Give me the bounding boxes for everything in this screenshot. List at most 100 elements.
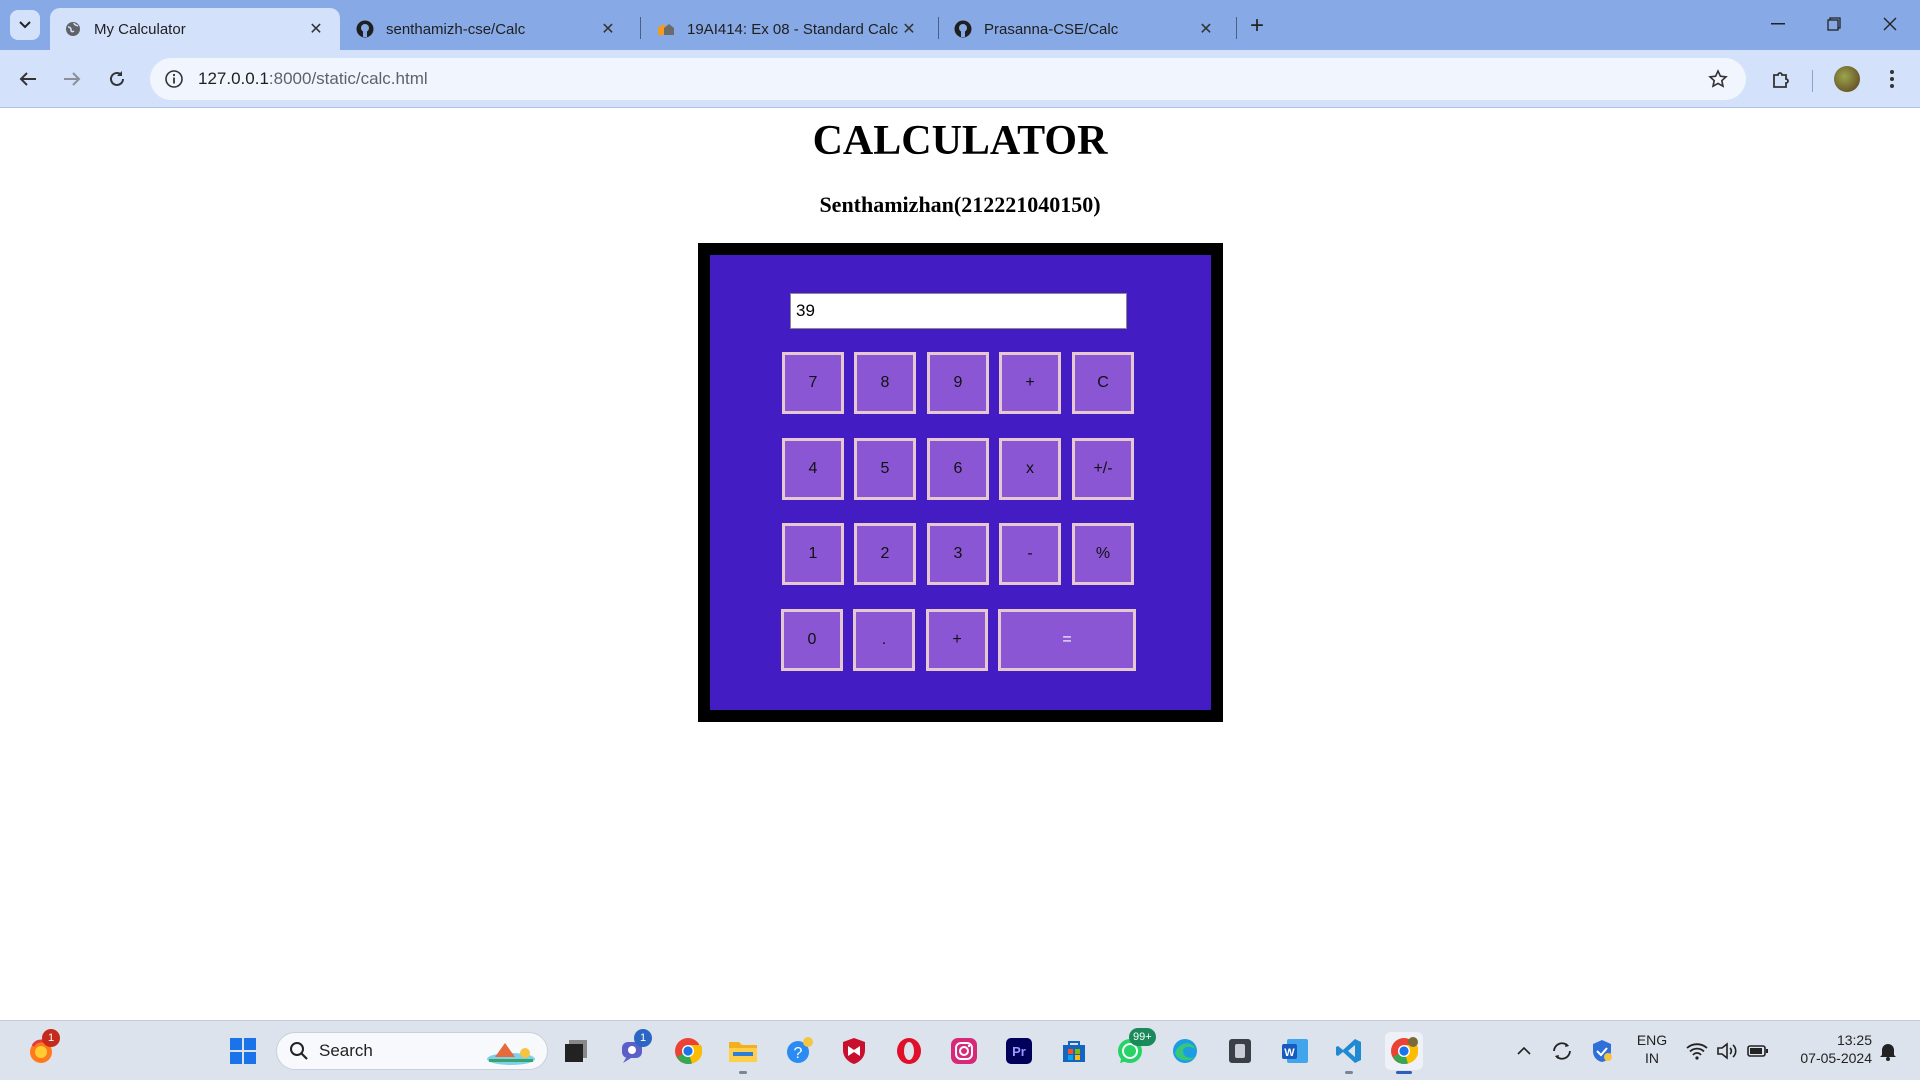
app-window-icon <box>1229 1039 1251 1063</box>
premiere-taskbar-icon[interactable]: Pr <box>1000 1032 1038 1070</box>
key-negate[interactable]: +/- <box>1072 438 1134 500</box>
forward-button[interactable] <box>56 63 88 95</box>
taskbar-clock[interactable]: 13:25 07-05-2024 <box>1780 1031 1872 1067</box>
key-0[interactable]: 0 <box>781 609 843 671</box>
tab-senthamizh-calc[interactable]: senthamizh-cse/Calc ✕ <box>342 8 632 50</box>
restore-button[interactable] <box>1806 0 1862 48</box>
tab-title: Prasanna-CSE/Calc <box>984 20 1119 38</box>
chrome-taskbar-icon[interactable] <box>669 1032 707 1070</box>
word-taskbar-icon[interactable]: W <box>1276 1032 1314 1070</box>
task-view-taskbar-icon[interactable] <box>558 1032 596 1070</box>
reload-button[interactable] <box>101 63 133 95</box>
vscode-icon <box>1336 1039 1361 1063</box>
chrome-active-taskbar-icon[interactable] <box>1385 1032 1423 1074</box>
key-9[interactable]: 9 <box>927 352 989 414</box>
key-7[interactable]: 7 <box>782 352 844 414</box>
sync-tray-icon[interactable] <box>1548 1021 1576 1080</box>
store-taskbar-icon[interactable] <box>1055 1032 1093 1070</box>
calculator-panel: 7 8 9 + C 4 5 6 x +/- 1 2 3 - % 0 . + = <box>710 255 1211 710</box>
sync-icon <box>1553 1042 1571 1060</box>
back-button[interactable] <box>12 63 44 95</box>
close-tab-icon[interactable]: ✕ <box>1196 19 1216 39</box>
key-decimal[interactable]: . <box>853 609 915 671</box>
tab-search-button[interactable] <box>10 10 40 40</box>
taskbar-search[interactable]: Search <box>276 1032 548 1070</box>
address-bar[interactable]: 127.0.0.1:8000/static/calc.html <box>150 58 1746 100</box>
mcafee-taskbar-icon[interactable] <box>835 1032 873 1070</box>
wifi-icon <box>1686 1043 1708 1060</box>
app-taskbar-icon[interactable] <box>1221 1032 1259 1070</box>
key-add[interactable]: + <box>999 352 1061 414</box>
chevron-down-icon <box>19 21 31 29</box>
chevron-up-icon <box>1517 1047 1531 1055</box>
browser-menu-button[interactable] <box>1876 63 1908 95</box>
key-5[interactable]: 5 <box>854 438 916 500</box>
tab-my-calculator[interactable]: My Calculator ✕ <box>50 8 340 50</box>
edge-icon <box>1173 1039 1197 1063</box>
tab-19ai414[interactable]: 19AI414: Ex 08 - Standard Calcu ✕ <box>643 8 933 50</box>
tab-strip: My Calculator ✕ senthamizh-cse/Calc ✕ 19… <box>0 0 1920 50</box>
input-language-indicator[interactable]: ENG IN <box>1630 1031 1674 1067</box>
key-2[interactable]: 2 <box>854 523 916 585</box>
firefox-taskbar-icon[interactable]: 1 <box>22 1029 60 1070</box>
profile-avatar[interactable] <box>1834 66 1860 92</box>
key-1[interactable]: 1 <box>782 523 844 585</box>
tab-separator <box>640 17 641 39</box>
notification-badge: 99+ <box>1129 1028 1156 1046</box>
puzzle-icon <box>1773 72 1789 88</box>
key-percent[interactable]: % <box>1072 523 1134 585</box>
volume-tray-icon[interactable] <box>1714 1021 1740 1080</box>
key-4[interactable]: 4 <box>782 438 844 500</box>
edge-taskbar-icon[interactable] <box>1166 1032 1204 1070</box>
tab-separator <box>1236 17 1237 39</box>
shield-check-icon <box>1593 1040 1612 1062</box>
volume-icon <box>1717 1042 1737 1060</box>
close-tab-icon[interactable]: ✕ <box>306 19 326 39</box>
tray-overflow-button[interactable] <box>1510 1021 1538 1080</box>
tab-prasanna-calc[interactable]: Prasanna-CSE/Calc ✕ <box>940 8 1230 50</box>
file-explorer-taskbar-icon[interactable] <box>724 1032 762 1074</box>
wifi-tray-icon[interactable] <box>1684 1021 1710 1080</box>
close-tab-icon[interactable]: ✕ <box>899 19 919 39</box>
search-highlight-icon <box>481 1037 539 1067</box>
key-equals[interactable]: = <box>998 609 1136 671</box>
whatsapp-taskbar-icon[interactable]: 99+ <box>1111 1028 1156 1070</box>
close-tab-icon[interactable]: ✕ <box>598 19 618 39</box>
minimize-icon <box>1771 23 1785 25</box>
new-tab-button[interactable]: + <box>1243 12 1271 40</box>
reload-icon <box>110 71 124 86</box>
calculator-display[interactable] <box>790 293 1127 329</box>
start-button[interactable] <box>224 1032 262 1070</box>
tab-title: 19AI414: Ex 08 - Standard Calcu <box>687 20 899 38</box>
teams-taskbar-icon[interactable]: 1 <box>614 1029 652 1070</box>
help-taskbar-icon[interactable]: ? <box>780 1032 818 1070</box>
key-8[interactable]: 8 <box>854 352 916 414</box>
tab-separator <box>938 17 939 39</box>
opera-taskbar-icon[interactable] <box>890 1032 928 1070</box>
minimize-button[interactable] <box>1750 0 1806 48</box>
svg-text:?: ? <box>794 1045 803 1062</box>
extensions-button[interactable] <box>1766 63 1798 95</box>
key-clear[interactable]: C <box>1072 352 1134 414</box>
instagram-taskbar-icon[interactable] <box>945 1032 983 1070</box>
svg-text:Pr: Pr <box>1012 1044 1026 1059</box>
plus-icon: + <box>1249 12 1264 39</box>
bookmark-star-icon[interactable] <box>1706 67 1730 91</box>
key-multiply[interactable]: x <box>999 438 1061 500</box>
site-info-icon[interactable] <box>162 67 186 91</box>
search-icon <box>289 1041 309 1061</box>
notifications-button[interactable] <box>1874 1021 1902 1080</box>
bell-icon <box>1880 1044 1896 1061</box>
battery-tray-icon[interactable] <box>1744 1021 1772 1080</box>
close-window-button[interactable] <box>1862 0 1918 48</box>
key-3[interactable]: 3 <box>927 523 989 585</box>
security-tray-icon[interactable] <box>1588 1021 1616 1080</box>
tab-title: senthamizh-cse/Calc <box>386 20 526 38</box>
search-label: Search <box>319 1041 373 1060</box>
restore-icon <box>1827 17 1841 31</box>
key-add-2[interactable]: + <box>926 609 988 671</box>
key-subtract[interactable]: - <box>999 523 1061 585</box>
vscode-taskbar-icon[interactable] <box>1330 1032 1368 1074</box>
key-6[interactable]: 6 <box>927 438 989 500</box>
word-icon: W <box>1282 1039 1308 1063</box>
